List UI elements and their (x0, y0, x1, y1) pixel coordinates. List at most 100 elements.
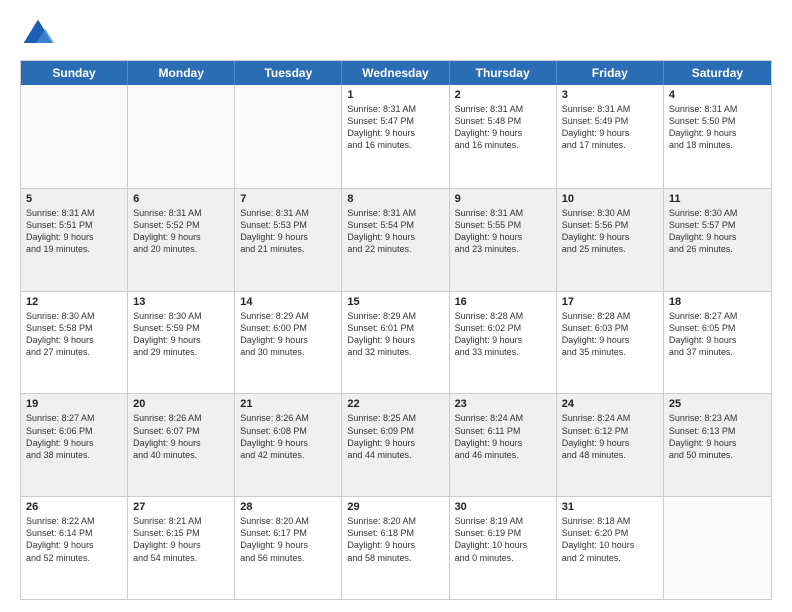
day-info: Sunrise: 8:21 AM Sunset: 6:15 PM Dayligh… (133, 515, 229, 564)
day-info: Sunrise: 8:28 AM Sunset: 6:03 PM Dayligh… (562, 310, 658, 359)
calendar-day-17: 17 Sunrise: 8:28 AM Sunset: 6:03 PM Dayli… (557, 292, 664, 394)
day-number: 14 (240, 296, 336, 308)
day-info: Sunrise: 8:20 AM Sunset: 6:18 PM Dayligh… (347, 515, 443, 564)
day-number: 16 (455, 296, 551, 308)
day-number: 22 (347, 398, 443, 410)
day-info: Sunrise: 8:31 AM Sunset: 5:52 PM Dayligh… (133, 207, 229, 256)
calendar-day-24: 24 Sunrise: 8:24 AM Sunset: 6:12 PM Dayli… (557, 394, 664, 496)
calendar-day-11: 11 Sunrise: 8:30 AM Sunset: 5:57 PM Dayli… (664, 189, 771, 291)
day-number: 8 (347, 193, 443, 205)
calendar-day-25: 25 Sunrise: 8:23 AM Sunset: 6:13 PM Dayli… (664, 394, 771, 496)
calendar-day-20: 20 Sunrise: 8:26 AM Sunset: 6:07 PM Dayli… (128, 394, 235, 496)
day-number: 3 (562, 89, 658, 101)
logo (20, 16, 62, 52)
day-info: Sunrise: 8:30 AM Sunset: 5:58 PM Dayligh… (26, 310, 122, 359)
day-number: 28 (240, 501, 336, 513)
day-number: 6 (133, 193, 229, 205)
day-number: 9 (455, 193, 551, 205)
day-number: 1 (347, 89, 443, 101)
day-info: Sunrise: 8:27 AM Sunset: 6:06 PM Dayligh… (26, 412, 122, 461)
calendar-day-9: 9 Sunrise: 8:31 AM Sunset: 5:55 PM Daylig… (450, 189, 557, 291)
day-number: 29 (347, 501, 443, 513)
calendar-day-12: 12Sunrise: 8:30 AM Sunset: 5:58 PM Dayli… (21, 292, 128, 394)
calendar-week-1: 1 Sunrise: 8:31 AM Sunset: 5:47 PM Daylig… (21, 85, 771, 188)
day-info: Sunrise: 8:28 AM Sunset: 6:02 PM Dayligh… (455, 310, 551, 359)
day-number: 17 (562, 296, 658, 308)
day-info: Sunrise: 8:22 AM Sunset: 6:14 PM Dayligh… (26, 515, 122, 564)
calendar-empty-cell (664, 497, 771, 599)
calendar-empty-cell (235, 85, 342, 188)
day-info: Sunrise: 8:24 AM Sunset: 6:11 PM Dayligh… (455, 412, 551, 461)
day-info: Sunrise: 8:30 AM Sunset: 5:59 PM Dayligh… (133, 310, 229, 359)
calendar-day-26: 26 Sunrise: 8:22 AM Sunset: 6:14 PM Dayli… (21, 497, 128, 599)
day-info: Sunrise: 8:31 AM Sunset: 5:50 PM Dayligh… (669, 103, 766, 152)
day-number: 13 (133, 296, 229, 308)
day-info: Sunrise: 8:31 AM Sunset: 5:48 PM Dayligh… (455, 103, 551, 152)
calendar-week-4: 19 Sunrise: 8:27 AM Sunset: 6:06 PM Dayli… (21, 393, 771, 496)
calendar-day-27: 27 Sunrise: 8:21 AM Sunset: 6:15 PM Dayli… (128, 497, 235, 599)
day-info: Sunrise: 8:24 AM Sunset: 6:12 PM Dayligh… (562, 412, 658, 461)
calendar-body: 1 Sunrise: 8:31 AM Sunset: 5:47 PM Daylig… (21, 85, 771, 599)
calendar-day-15: 15Sunrise: 8:29 AM Sunset: 6:01 PM Dayli… (342, 292, 449, 394)
day-number: 24 (562, 398, 658, 410)
day-number: 25 (669, 398, 766, 410)
weekday-header-sunday: Sunday (21, 61, 128, 85)
weekday-header-monday: Monday (128, 61, 235, 85)
weekday-header-friday: Friday (557, 61, 664, 85)
day-info: Sunrise: 8:18 AM Sunset: 6:20 PM Dayligh… (562, 515, 658, 564)
calendar-day-2: 2Sunrise: 8:31 AM Sunset: 5:48 PM Daylig… (450, 85, 557, 188)
calendar-day-3: 3 Sunrise: 8:31 AM Sunset: 5:49 PM Daylig… (557, 85, 664, 188)
weekday-header-saturday: Saturday (664, 61, 771, 85)
day-info: Sunrise: 8:29 AM Sunset: 6:00 PM Dayligh… (240, 310, 336, 359)
day-number: 10 (562, 193, 658, 205)
day-info: Sunrise: 8:29 AM Sunset: 6:01 PM Dayligh… (347, 310, 443, 359)
page: SundayMondayTuesdayWednesdayThursdayFrid… (0, 0, 792, 612)
calendar-day-8: 8 Sunrise: 8:31 AM Sunset: 5:54 PM Daylig… (342, 189, 449, 291)
calendar-day-6: 6 Sunrise: 8:31 AM Sunset: 5:52 PM Daylig… (128, 189, 235, 291)
day-info: Sunrise: 8:26 AM Sunset: 6:07 PM Dayligh… (133, 412, 229, 461)
calendar-day-23: 23 Sunrise: 8:24 AM Sunset: 6:11 PM Dayli… (450, 394, 557, 496)
day-info: Sunrise: 8:31 AM Sunset: 5:47 PM Dayligh… (347, 103, 443, 152)
day-number: 4 (669, 89, 766, 101)
calendar-day-30: 30Sunrise: 8:19 AM Sunset: 6:19 PM Dayli… (450, 497, 557, 599)
day-number: 23 (455, 398, 551, 410)
calendar-week-2: 5 Sunrise: 8:31 AM Sunset: 5:51 PM Daylig… (21, 188, 771, 291)
day-info: Sunrise: 8:31 AM Sunset: 5:49 PM Dayligh… (562, 103, 658, 152)
calendar-day-1: 1 Sunrise: 8:31 AM Sunset: 5:47 PM Daylig… (342, 85, 449, 188)
day-info: Sunrise: 8:31 AM Sunset: 5:53 PM Dayligh… (240, 207, 336, 256)
day-number: 11 (669, 193, 766, 205)
calendar-empty-cell (128, 85, 235, 188)
calendar-day-29: 29 Sunrise: 8:20 AM Sunset: 6:18 PM Dayli… (342, 497, 449, 599)
day-info: Sunrise: 8:26 AM Sunset: 6:08 PM Dayligh… (240, 412, 336, 461)
day-info: Sunrise: 8:31 AM Sunset: 5:55 PM Dayligh… (455, 207, 551, 256)
calendar-day-13: 13 Sunrise: 8:30 AM Sunset: 5:59 PM Dayli… (128, 292, 235, 394)
calendar-day-16: 16 Sunrise: 8:28 AM Sunset: 6:02 PM Dayli… (450, 292, 557, 394)
calendar-day-21: 21Sunrise: 8:26 AM Sunset: 6:08 PM Dayli… (235, 394, 342, 496)
day-number: 30 (455, 501, 551, 513)
day-info: Sunrise: 8:25 AM Sunset: 6:09 PM Dayligh… (347, 412, 443, 461)
weekday-header-tuesday: Tuesday (235, 61, 342, 85)
day-number: 7 (240, 193, 336, 205)
day-number: 20 (133, 398, 229, 410)
day-number: 5 (26, 193, 122, 205)
day-info: Sunrise: 8:23 AM Sunset: 6:13 PM Dayligh… (669, 412, 766, 461)
calendar: SundayMondayTuesdayWednesdayThursdayFrid… (20, 60, 772, 600)
calendar-day-18: 18Sunrise: 8:27 AM Sunset: 6:05 PM Dayli… (664, 292, 771, 394)
day-info: Sunrise: 8:30 AM Sunset: 5:56 PM Dayligh… (562, 207, 658, 256)
day-number: 18 (669, 296, 766, 308)
calendar-day-31: 31Sunrise: 8:18 AM Sunset: 6:20 PM Dayli… (557, 497, 664, 599)
day-number: 27 (133, 501, 229, 513)
calendar-day-10: 10 Sunrise: 8:30 AM Sunset: 5:56 PM Dayli… (557, 189, 664, 291)
day-number: 26 (26, 501, 122, 513)
calendar-day-7: 7 Sunrise: 8:31 AM Sunset: 5:53 PM Daylig… (235, 189, 342, 291)
day-info: Sunrise: 8:31 AM Sunset: 5:54 PM Dayligh… (347, 207, 443, 256)
day-info: Sunrise: 8:30 AM Sunset: 5:57 PM Dayligh… (669, 207, 766, 256)
calendar-day-22: 22 Sunrise: 8:25 AM Sunset: 6:09 PM Dayli… (342, 394, 449, 496)
day-number: 19 (26, 398, 122, 410)
day-info: Sunrise: 8:31 AM Sunset: 5:51 PM Dayligh… (26, 207, 122, 256)
calendar-header-row: SundayMondayTuesdayWednesdayThursdayFrid… (21, 61, 771, 85)
weekday-header-wednesday: Wednesday (342, 61, 449, 85)
day-info: Sunrise: 8:20 AM Sunset: 6:17 PM Dayligh… (240, 515, 336, 564)
calendar-empty-cell (21, 85, 128, 188)
calendar-week-3: 12Sunrise: 8:30 AM Sunset: 5:58 PM Dayli… (21, 291, 771, 394)
